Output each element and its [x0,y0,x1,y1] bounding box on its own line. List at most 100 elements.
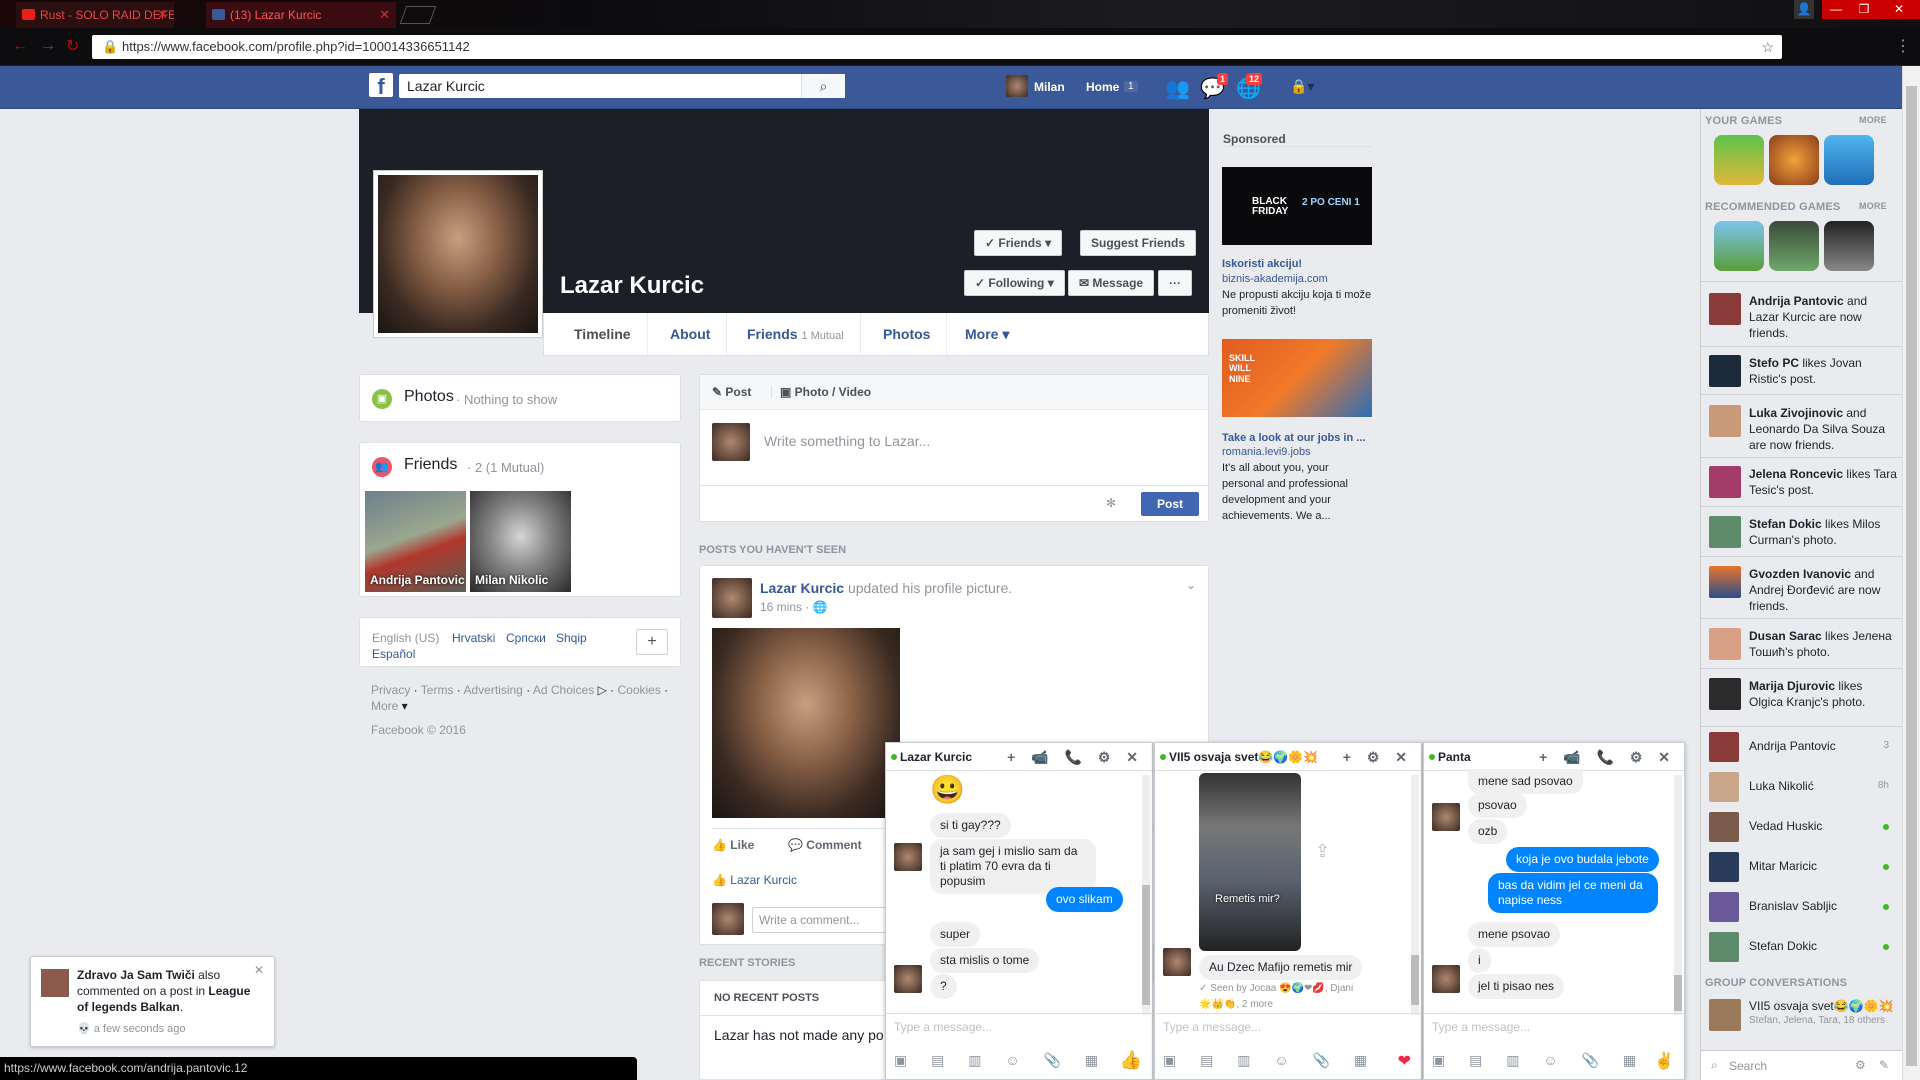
footer-link[interactable]: Ad Choices [533,683,594,697]
tab-timeline[interactable]: Timeline [558,313,648,355]
game-icon[interactable] [1769,135,1819,185]
footer-link[interactable]: Terms [421,683,454,697]
chat-tools[interactable]: ▣ ▤ ▥ ☺ 📎 ▦ [894,1052,1108,1069]
ad-domain[interactable]: romania.levi9.jobs [1222,446,1311,458]
scrollbar[interactable] [1142,775,1150,1015]
comment-input[interactable]: Write a comment... [752,907,902,933]
scrollbar[interactable] [1902,66,1920,1080]
chat-tools[interactable]: ▣ ▤ ▥ ☺ 📎 ▦ [1432,1052,1646,1069]
composer-input[interactable]: Write something to Lazar... [764,433,930,449]
thumbs-up-icon[interactable]: 👍 [1120,1050,1142,1071]
post-photo[interactable] [712,628,900,818]
facebook-logo-icon[interactable]: f [369,73,393,99]
message-input[interactable]: Type a message... [886,1013,1152,1039]
browser-tab-facebook[interactable]: (13) Lazar Kurcic ✕ [206,2,396,28]
footer-link[interactable]: More [371,699,398,713]
game-icon[interactable] [1714,221,1764,271]
post-time[interactable]: 16 mins · 🌐 [760,600,828,614]
like-button[interactable]: 👍 Like [712,838,754,852]
language-link[interactable]: Español [372,647,415,661]
contact-item[interactable]: Mitar Maricic [1709,849,1897,883]
contact-item[interactable]: Andrija Pantovic 3 [1709,729,1897,763]
comment-button[interactable]: 💬 Comment [788,838,862,852]
following-button[interactable]: ✓ Following ▾ [964,270,1065,296]
ad-domain[interactable]: biznis-akademija.com [1222,273,1328,285]
add-language-button[interactable]: + [636,629,668,655]
share-icon[interactable]: ⇪ [1315,841,1330,862]
game-icon[interactable] [1824,135,1874,185]
back-icon[interactable]: ← [12,37,28,55]
message-input[interactable]: Type a message... [1155,1013,1421,1039]
chat-title[interactable]: VII5 osvaja svet😂🌍🌼💥 [1169,750,1318,764]
scrollbar[interactable] [1411,775,1419,1015]
bookmark-star-icon[interactable]: ☆ [1761,35,1774,59]
chat-search-input[interactable]: ⌕ Search ⚙ ✎ [1701,1050,1903,1080]
photos-title[interactable]: Photos [404,388,454,406]
friend-tile[interactable]: Milan Nikolic [470,491,571,592]
seen-more[interactable]: 🌟👑👏, 2 more [1199,999,1273,1010]
language-link[interactable]: Српски [506,631,546,645]
close-icon[interactable]: ✕ [379,2,390,28]
friend-requests-icon[interactable]: 👥 [1165,76,1190,101]
ad-banner[interactable]: SKILL WILL NINE [1222,339,1372,417]
settings-icon[interactable]: ✻ [1106,496,1116,510]
composer-post-tab[interactable]: ✎ Post [712,385,751,399]
chat-tools[interactable]: ▣ ▤ ▥ ☺ 📎 ▦ [1163,1052,1377,1069]
more-link[interactable]: MORE [1859,201,1887,211]
language-link[interactable]: Hrvatski [452,631,495,645]
footer-link[interactable]: Privacy [371,683,410,697]
user-icon[interactable]: 👤 [1794,0,1814,19]
ad-title[interactable]: Iskoristi akciju! [1222,258,1302,270]
tab-about[interactable]: About [654,313,728,355]
post-likes[interactable]: 👍 Lazar Kurcic [712,873,797,887]
post-author-link[interactable]: Lazar Kurcic [760,580,844,596]
avatar[interactable] [1006,75,1028,97]
heart-icon[interactable]: ❤ [1398,1051,1411,1071]
chevron-down-icon[interactable]: ⌄ [1186,578,1196,592]
window-close-button[interactable]: ✕ [1878,0,1920,19]
contact-item[interactable]: Branislav Sabljic [1709,889,1897,923]
tab-photos[interactable]: Photos [867,313,948,355]
group-conversation-item[interactable]: VII5 osvaja svet😂🌍🌼💥 Stefan, Jelena, Tar… [1709,999,1899,1037]
scrollbar-thumb[interactable] [1906,86,1917,1066]
contact-item[interactable]: Luka Nikolić 8h [1709,769,1897,803]
gear-icon[interactable]: ⚙ [1855,1058,1866,1072]
privacy-shortcut-icon[interactable]: 🔒▾ [1290,78,1314,95]
minimize-button[interactable]: — [1822,0,1850,19]
friends-title[interactable]: Friends [404,456,457,474]
home-link[interactable]: Home [1086,80,1119,94]
more-options-button[interactable]: ··· [1158,270,1192,296]
url-field[interactable]: 🔒 https://www.facebook.com/profile.php?i… [92,35,1782,59]
game-icon[interactable] [1714,135,1764,185]
friend-tile[interactable]: Andrija Pantovic [365,491,466,592]
close-icon[interactable]: ✕ [157,2,168,28]
game-icon[interactable] [1769,221,1819,271]
profile-link[interactable]: Milan [1034,80,1065,94]
language-link[interactable]: Shqip [556,631,587,645]
chat-header-icons[interactable]: + 📹 📞 ⚙ ✕ [1007,743,1144,771]
scrollbar[interactable] [1674,775,1682,1015]
chat-photo[interactable]: Remetis mir? [1199,773,1301,951]
forward-icon[interactable]: → [40,37,56,55]
menu-icon[interactable]: ⋮ [1895,36,1911,56]
friends-button[interactable]: ✓ Friends ▾ [974,230,1063,256]
chat-header-icons[interactable]: + 📹 📞 ⚙ ✕ [1539,743,1676,771]
composer-photo-tab[interactable]: ▣ Photo / Video [780,385,871,399]
game-icon[interactable] [1824,221,1874,271]
close-icon[interactable]: ✕ [254,963,264,977]
tab-more[interactable]: More ▾ [949,313,1025,355]
profile-picture[interactable] [373,170,543,338]
contact-item[interactable]: Vedad Huskic [1709,809,1897,843]
footer-link[interactable]: Cookies [617,683,660,697]
avatar[interactable] [712,578,752,618]
chat-title[interactable]: Panta [1438,750,1471,764]
browser-tab-youtube[interactable]: Rust - SOLO RAID DEFE ✕ [16,2,174,28]
new-tab-button[interactable] [399,6,437,24]
message-button[interactable]: ✉ Message [1068,270,1155,296]
footer-link[interactable]: Advertising [463,683,522,697]
notification-toast[interactable]: Zdravo Ja Sam Twiči also commented on a … [30,956,275,1047]
compose-icon[interactable]: ✎ [1879,1058,1889,1072]
suggest-friends-button[interactable]: Suggest Friends [1080,230,1197,256]
search-input[interactable]: Lazar Kurcic ⌕ [399,74,845,98]
more-link[interactable]: MORE [1859,115,1887,125]
